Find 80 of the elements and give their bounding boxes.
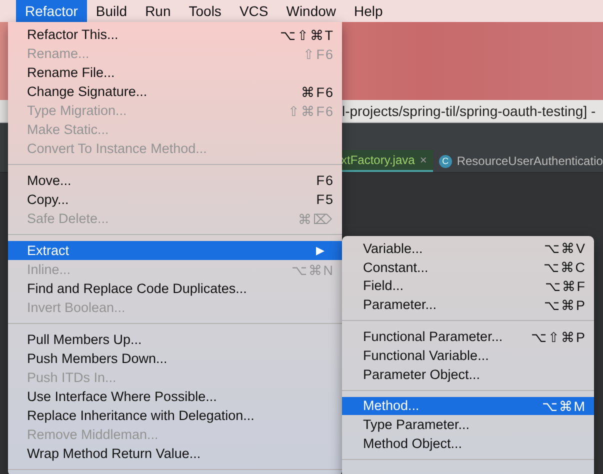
menu-item-label: Use Interface Where Possible...: [27, 389, 217, 404]
menu-item[interactable]: Replace Inheritance with Delegation...: [8, 406, 342, 425]
menu-bar-item[interactable]: Refactor: [16, 0, 87, 22]
menu-item-label: Move...: [27, 173, 72, 188]
menu-item-label: Rename File...: [27, 65, 115, 80]
menu-item-label: Make Static...: [27, 122, 109, 137]
tab-label: xtFactory.java: [341, 153, 415, 167]
menu-item[interactable]: Field... ⌥⌘F: [342, 276, 594, 296]
menu-bar-item[interactable]: Window: [277, 0, 346, 22]
menu-item[interactable]: Change Signature... ⌘F6: [8, 82, 342, 101]
menu-item-label: Type Parameter...: [363, 417, 470, 432]
tab-label: ResourceUserAuthenticatio: [456, 154, 603, 168]
shortcut-text: ⌥⌘P: [544, 296, 586, 313]
menu-item[interactable]: Variable... ⌥⌘V: [342, 239, 594, 258]
menu-bar-item[interactable]: VCS: [230, 0, 278, 22]
editor-tab[interactable]: C ResourceUserAuthenticatio: [432, 150, 603, 172]
menu-item-label: Convert To Instance Method...: [27, 141, 207, 156]
menu-item-label: Type Migration...: [27, 103, 127, 118]
menu-item[interactable]: Refactor This... ⌥⇧⌘T: [8, 25, 342, 44]
shortcut-text: ⌥⌘C: [543, 259, 586, 276]
submenu-arrow-icon: ▶: [316, 244, 334, 257]
menu-item[interactable]: Wrap Method Return Value...: [8, 444, 342, 463]
menu-item[interactable]: Rename File...: [8, 63, 342, 82]
menu-item[interactable]: Functional Variable...: [342, 346, 594, 365]
menu-item-label: Invert Boolean...: [27, 300, 126, 315]
menu-bar-item[interactable]: Help: [345, 0, 392, 22]
menu-bar-item[interactable]: Tools: [180, 0, 230, 22]
window-title: l-projects/spring-til/spring-oauth-testing] -: [342, 103, 596, 119]
menu-item-label: Push ITDs In...: [27, 370, 116, 385]
menu-item-label: Variable...: [363, 240, 423, 256]
menu-item-label: Safe Delete...: [27, 211, 109, 226]
menu-item[interactable]: Extract ▶: [8, 241, 342, 260]
menu-item-label: Pull Members Up...: [27, 332, 142, 347]
shortcut-text: ⇧F6: [303, 46, 334, 62]
menu-item[interactable]: Copy... F5: [8, 190, 342, 209]
menu-item[interactable]: Method... ⌥⌘M: [342, 396, 594, 416]
menu-item-label: Functional Variable...: [363, 348, 489, 363]
menu-item[interactable]: Pull Members Up...: [8, 330, 342, 349]
menu-item-label: Wrap Method Return Value...: [27, 446, 201, 461]
shortcut-text: ⇧⌘F6: [288, 102, 334, 118]
menu-item-label: Rename...: [27, 46, 90, 61]
menu-item-label: Method...: [363, 398, 420, 414]
shortcut-text: ⌘F6: [301, 84, 334, 100]
menu-bar-item[interactable]: Run: [136, 0, 180, 22]
menu-item[interactable]: Use Interface Where Possible...: [8, 387, 342, 406]
menu-item[interactable]: Parameter Object...: [342, 364, 594, 384]
menu-item-label: Replace Inheritance with Delegation...: [27, 408, 254, 423]
menu-item-label: Remove Middleman...: [27, 427, 158, 442]
shortcut-text: ⌘⌦: [298, 210, 334, 226]
class-icon: C: [438, 154, 452, 168]
menu-item[interactable]: Find and Replace Code Duplicates...: [8, 279, 342, 298]
shortcut-text: ⌥⇧⌘P: [530, 328, 586, 345]
menu-item-label: Refactor This...: [27, 27, 118, 42]
shortcut-text: ⌥⌘M: [542, 398, 586, 414]
menu-item-label: Change Signature...: [27, 84, 148, 99]
menu-bar-item[interactable]: Build: [86, 0, 136, 22]
menu-item-label: Field...: [363, 278, 404, 294]
shortcut-text: ⌥⇧⌘T: [280, 26, 334, 42]
menu-item[interactable]: Type Parameter...: [342, 415, 594, 434]
menu-item[interactable]: Parameter... ⌥⌘P: [342, 295, 594, 314]
shortcut-text: F5: [316, 192, 334, 207]
shortcut-text: F6: [316, 173, 334, 188]
menu-item-label: Find and Replace Code Duplicates...: [27, 281, 247, 296]
menu-item-label: Copy...: [27, 192, 69, 207]
menu-item-label: Functional Parameter...: [363, 329, 503, 344]
menu-item-label: Parameter...: [363, 297, 437, 312]
shortcut-text: ⌥⌘V: [544, 240, 586, 256]
menu-item[interactable]: Functional Parameter... ⌥⇧⌘P: [342, 327, 594, 346]
menu-item[interactable]: Move... F6: [8, 171, 342, 190]
menu-item[interactable]: Constant... ⌥⌘C: [342, 258, 594, 277]
shortcut-text: ⌥⌘N: [291, 262, 334, 278]
menu-item-label: Extract: [27, 243, 70, 258]
menu-item-label: Method Object...: [363, 436, 462, 452]
menu-item[interactable]: Method Object...: [342, 434, 594, 453]
menu-item-label: Push Members Down...: [27, 351, 168, 366]
menu-item-label: Inline...: [27, 262, 71, 277]
shortcut-text: ⌥⌘F: [544, 278, 586, 294]
menu-item-label: Constant...: [363, 260, 428, 275]
menu-item[interactable]: Push Members Down...: [8, 349, 342, 368]
menu-item-label: Parameter Object...: [363, 366, 480, 382]
